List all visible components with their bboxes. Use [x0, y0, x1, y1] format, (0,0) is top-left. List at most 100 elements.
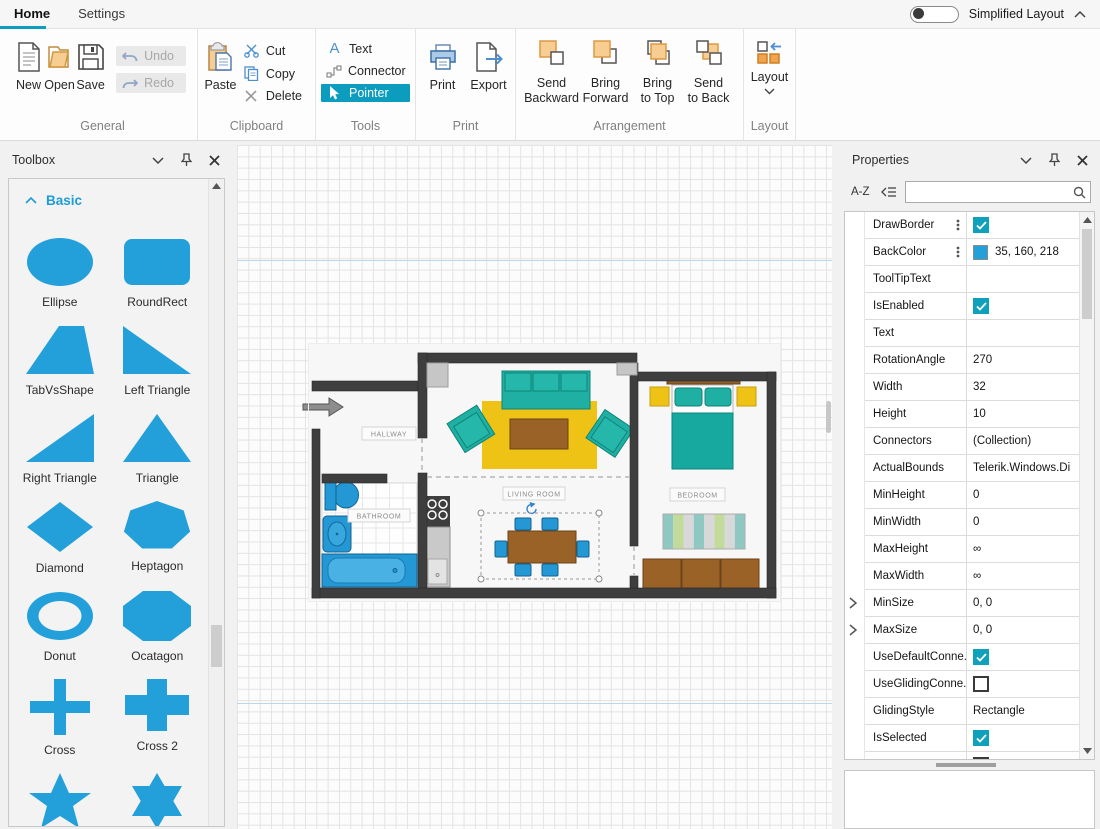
- description-splitter-handle[interactable]: [936, 763, 996, 767]
- property-row[interactable]: MinSize 0, 0: [865, 590, 1079, 617]
- toolbox-scrollbar-thumb[interactable]: [211, 625, 222, 667]
- property-row[interactable]: IsSelected: [865, 725, 1079, 752]
- properties-scrollbar-thumb[interactable]: [1082, 229, 1092, 319]
- shape-ellipse[interactable]: Ellipse: [26, 237, 94, 309]
- scroll-down-icon[interactable]: [1083, 748, 1092, 754]
- connector-tool-button[interactable]: Connector: [321, 62, 410, 80]
- shape-heptagon[interactable]: Heptagon: [123, 501, 191, 575]
- toggle-knob: [912, 8, 924, 19]
- layout-icon: [757, 40, 782, 66]
- property-row[interactable]: IsEnabled: [865, 293, 1079, 320]
- delete-button[interactable]: Delete: [238, 87, 310, 105]
- toolbox-section-basic[interactable]: Basic: [9, 179, 224, 208]
- sort-alphabetical-button[interactable]: A-Z: [848, 184, 873, 200]
- toolbox-pin-icon[interactable]: [181, 153, 192, 167]
- shape-star-6[interactable]: [126, 773, 188, 826]
- row-menu-icon[interactable]: [956, 246, 960, 258]
- export-button[interactable]: Export: [468, 33, 510, 92]
- toolbox-collapse-icon[interactable]: [152, 156, 164, 164]
- cut-button[interactable]: Cut: [238, 42, 310, 60]
- checkbox-checked[interactable]: [973, 730, 989, 746]
- save-floppy-icon: [77, 40, 105, 74]
- properties-pin-icon[interactable]: [1049, 153, 1060, 167]
- copy-button[interactable]: Copy: [238, 64, 310, 83]
- shape-left-triangle[interactable]: Left Triangle: [123, 325, 192, 397]
- expand-minsize-icon[interactable]: [849, 597, 857, 609]
- properties-close-icon[interactable]: [1077, 154, 1088, 166]
- property-search-input[interactable]: [909, 185, 1073, 199]
- property-row[interactable]: Text: [865, 320, 1079, 347]
- property-row[interactable]: ToolTipText: [865, 266, 1079, 293]
- property-row[interactable]: MinHeight 0: [865, 482, 1079, 509]
- toilet: [324, 479, 359, 511]
- property-row[interactable]: Width 32: [865, 374, 1079, 401]
- scroll-up-icon[interactable]: [212, 183, 221, 189]
- redo-button[interactable]: Redo: [116, 73, 186, 93]
- shape-grid: Ellipse RoundRect TabVsShape Left Triang…: [11, 227, 206, 826]
- shape-tabvsshape[interactable]: TabVsShape: [26, 325, 94, 397]
- property-row[interactable]: BackColor 35, 160, 218: [865, 239, 1079, 266]
- bring-to-top-button[interactable]: Bring to Top: [634, 33, 682, 106]
- property-row[interactable]: RotationAngle 270: [865, 347, 1079, 374]
- export-file-icon: [474, 40, 504, 74]
- property-row[interactable]: UseGlidingConne...: [865, 671, 1079, 698]
- canvas-scrollbar-thumb[interactable]: [826, 401, 831, 433]
- property-row[interactable]: MaxHeight ∞: [865, 536, 1079, 563]
- shape-diamond[interactable]: Diamond: [26, 501, 94, 575]
- ribbon-group-general: New Open Save Undo Redo General: [8, 29, 198, 140]
- property-row[interactable]: MaxWidth ∞: [865, 563, 1079, 590]
- collapse-ribbon-icon[interactable]: [1074, 10, 1086, 18]
- shape-donut[interactable]: Donut: [26, 591, 94, 663]
- expand-maxsize-icon[interactable]: [849, 624, 857, 636]
- shape-ocatagon[interactable]: Ocatagon: [123, 591, 192, 663]
- print-button[interactable]: Print: [422, 33, 464, 92]
- tab-settings[interactable]: Settings: [64, 0, 139, 28]
- scroll-up-icon[interactable]: [1083, 217, 1092, 223]
- sofa: [501, 370, 591, 410]
- properties-scrollbar[interactable]: [1079, 212, 1094, 759]
- shape-cross-2[interactable]: Cross 2: [125, 679, 190, 757]
- text-tool-button[interactable]: A Text: [321, 40, 410, 58]
- property-row[interactable]: GlidingStyle Rectangle: [865, 698, 1079, 725]
- checkbox-checked[interactable]: [973, 649, 989, 665]
- bring-forward-button[interactable]: Bring Forward: [580, 33, 632, 106]
- property-row[interactable]: MaxSize 0, 0: [865, 617, 1079, 644]
- property-row[interactable]: MinWidth 0: [865, 509, 1079, 536]
- bathroom-label: BATHROOM: [357, 514, 402, 521]
- new-button[interactable]: New: [13, 33, 44, 92]
- property-row[interactable]: Height 10: [865, 401, 1079, 428]
- toolbox-scrollbar[interactable]: [208, 179, 224, 826]
- undo-button[interactable]: Undo: [116, 46, 186, 66]
- pointer-tool-button[interactable]: Pointer: [321, 84, 410, 102]
- row-menu-icon[interactable]: [956, 219, 960, 231]
- open-button[interactable]: Open: [44, 33, 75, 92]
- paste-button[interactable]: Paste: [203, 33, 238, 92]
- checkbox-checked[interactable]: [973, 298, 989, 314]
- property-row[interactable]: UseDefaultConne...: [865, 644, 1079, 671]
- kitchen-stove: [425, 496, 450, 527]
- property-row[interactable]: DrawBorder: [865, 212, 1079, 239]
- property-row[interactable]: ActualBounds Telerik.Windows.Di: [865, 455, 1079, 482]
- toolbox-close-icon[interactable]: [209, 154, 220, 166]
- send-to-back-button[interactable]: Send to Back: [684, 33, 734, 106]
- categorized-view-icon[interactable]: [880, 186, 897, 198]
- shape-right-triangle[interactable]: Right Triangle: [23, 413, 97, 485]
- color-swatch[interactable]: [973, 244, 988, 260]
- properties-collapse-icon[interactable]: [1020, 156, 1032, 164]
- property-row[interactable]: Connectors (Collection): [865, 428, 1079, 455]
- diagram-canvas[interactable]: HALLWAY BATHROOM LIVING ROOM BEDROOM: [237, 145, 832, 829]
- shape-triangle[interactable]: Triangle: [123, 413, 192, 485]
- shape-roundrect[interactable]: RoundRect: [123, 237, 191, 309]
- checkbox-unchecked[interactable]: [973, 676, 989, 692]
- shape-star[interactable]: [26, 773, 94, 826]
- send-backward-button[interactable]: Send Backward: [524, 33, 579, 106]
- layout-button[interactable]: Layout: [749, 33, 790, 95]
- simplified-layout-toggle[interactable]: [909, 5, 959, 23]
- shape-cross[interactable]: Cross: [29, 679, 90, 757]
- checkbox-checked[interactable]: [973, 217, 989, 233]
- bedroom-rug: [662, 513, 746, 550]
- floor-plan-page[interactable]: HALLWAY BATHROOM LIVING ROOM BEDROOM: [302, 343, 781, 602]
- save-button[interactable]: Save: [75, 33, 106, 92]
- bathtub: [321, 553, 418, 588]
- tab-home[interactable]: Home: [0, 0, 64, 28]
